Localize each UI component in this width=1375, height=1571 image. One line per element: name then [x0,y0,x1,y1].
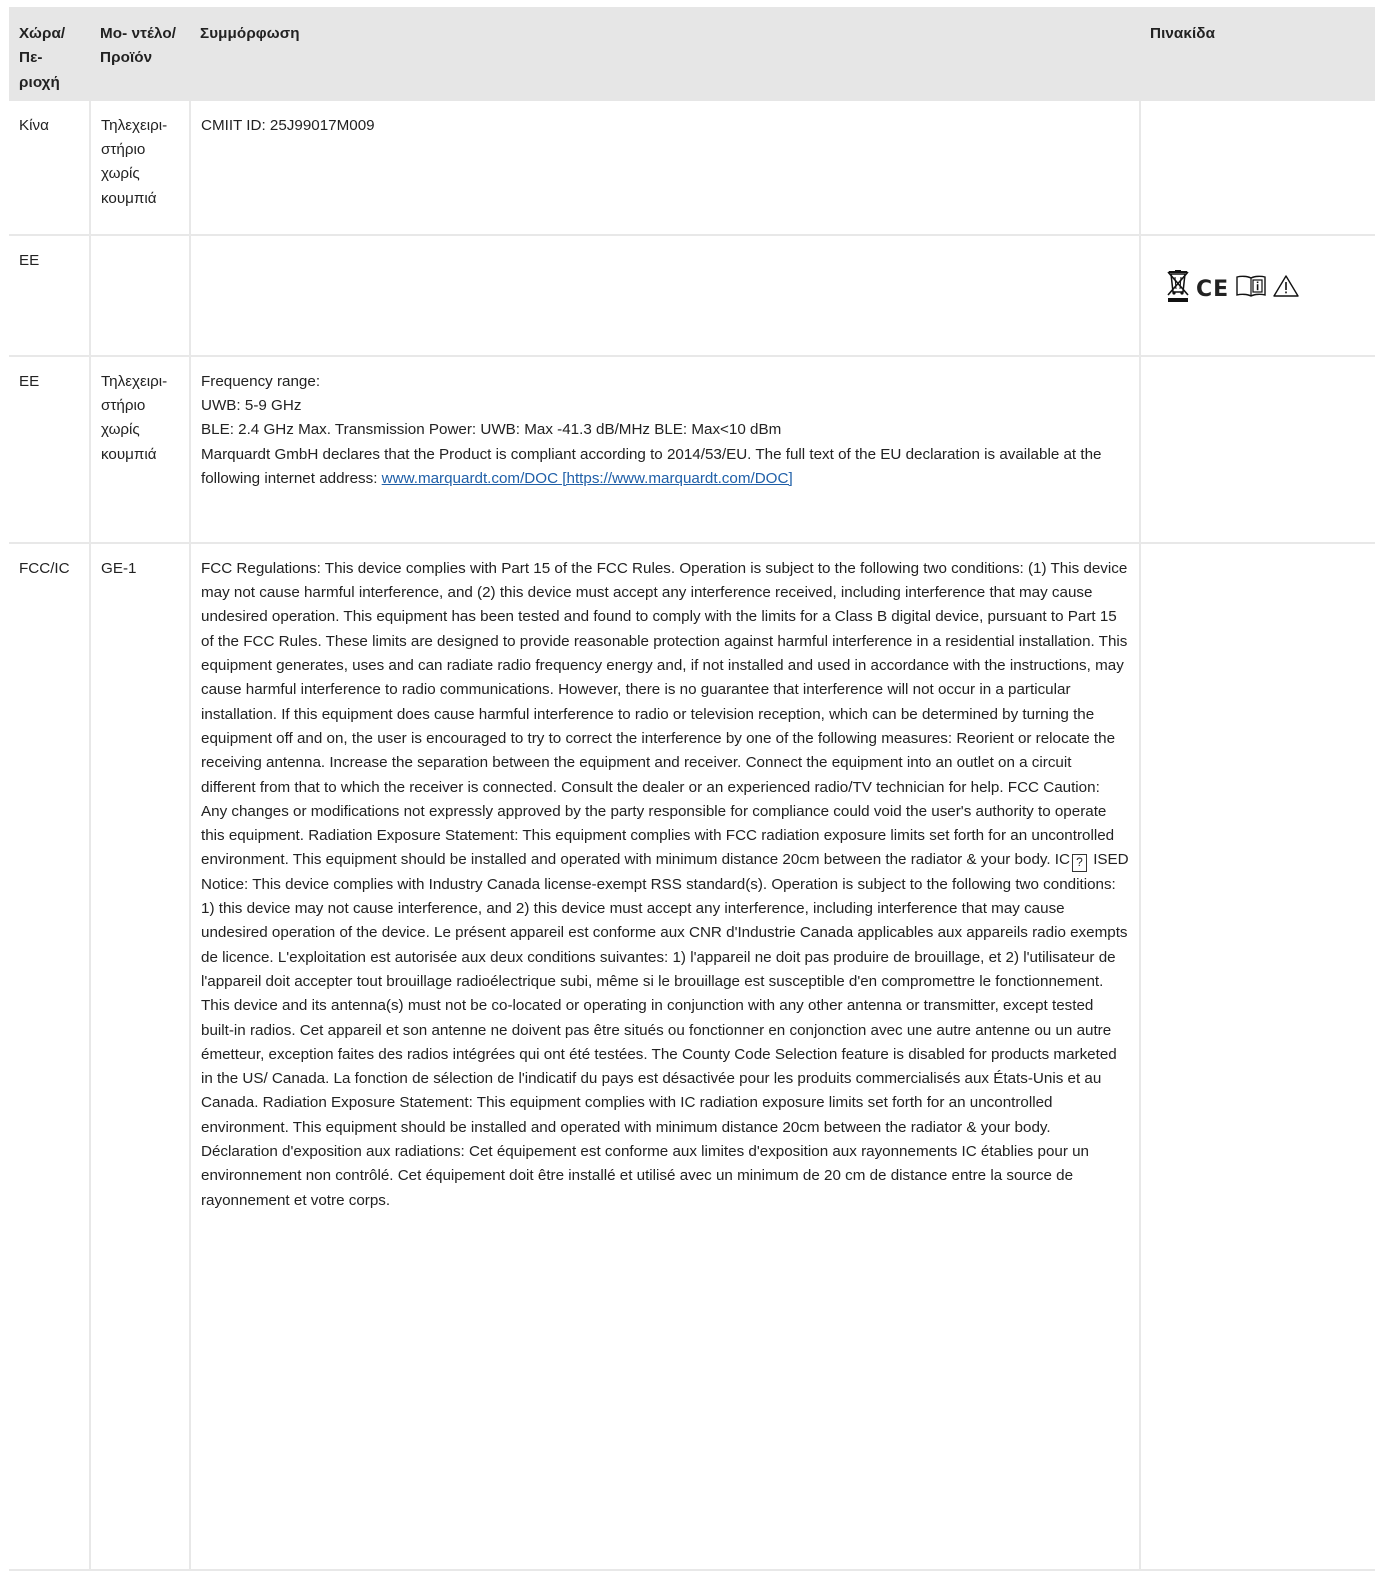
ised-text: ISED Notice: This device complies with I… [201,851,1129,1209]
unknown-glyph-icon: ? [1071,854,1087,873]
header-model: Μο- ντέλο/ Προϊόν [90,7,190,101]
table-header-row: Χώρα/ Πε- ριοχή Μο- ντέλο/ Προϊόν Συμμόρ… [9,7,1375,101]
table-row-fcc-ic: FCC/IC GE-1 FCC Regulations: This device… [9,542,1375,1571]
ce-mark-icon: CE [1196,277,1230,303]
cell-model: GE-1 [90,542,191,1571]
cell-compliance: CMIIT ID: 25J99017M009 [190,100,1141,236]
label-symbols: CE [1167,269,1365,310]
cell-model [90,234,191,357]
table-row-china: Κίνα Τηλεχειρι- στήριο χωρίς κουμπιά CMI… [9,100,1375,236]
cell-model: Τηλεχειρι- στήριο χωρίς κουμπιά [90,355,191,544]
header-region: Χώρα/ Πε- ριοχή [9,7,90,101]
table-row-eu-symbols: ΕΕ CE [9,234,1375,357]
compliance-table: Χώρα/ Πε- ριοχή Μο- ντέλο/ Προϊόν Συμμόρ… [9,7,1375,1571]
cell-model: Τηλεχειρι- στήριο χωρίς κουμπιά [90,100,191,236]
uwb-line: UWB: 5-9 GHz [201,397,302,415]
compliance-table-container: Χώρα/ Πε- ριοχή Μο- ντέλο/ Προϊόν Συμμόρ… [9,7,1375,1571]
cell-region: Κίνα [9,100,91,236]
doc-link[interactable]: www.marquardt.com/DOC [https://www.marqu… [382,470,793,487]
fcc-ic-statement: FCC Regulations: This device complies wi… [201,557,1129,1213]
fcc-text: FCC Regulations: This device complies wi… [201,559,1128,869]
cell-region: FCC/IC [9,542,91,1571]
declaration-text: Marquardt GmbH declares that the Product… [201,443,1129,492]
header-compliance: Συμμόρφωση [190,7,1140,101]
ble-power-line: BLE: 2.4 GHz Max. Transmission Power: UW… [201,421,782,439]
cell-compliance [190,234,1141,357]
cell-compliance: FCC Regulations: This device complies wi… [190,542,1141,1571]
table-row-eu-radio: ΕΕ Τηλεχειρι- στήριο χωρίς κουμπιά Frequ… [9,355,1375,544]
cell-label: CE [1140,234,1375,357]
cell-region: ΕΕ [9,234,91,357]
frequency-range-line: Frequency range: [201,372,321,390]
weee-bin-icon [1167,269,1189,310]
cell-label [1140,355,1375,544]
cell-compliance: Frequency range: UWB: 5-9 GHz BLE: 2.4 G… [190,355,1141,544]
cell-label [1140,100,1375,236]
warning-triangle-icon [1273,275,1299,305]
cell-label [1140,542,1375,1571]
cell-region: ΕΕ [9,355,91,544]
manual-info-icon [1236,275,1266,305]
header-label: Πινακίδα [1140,7,1375,101]
